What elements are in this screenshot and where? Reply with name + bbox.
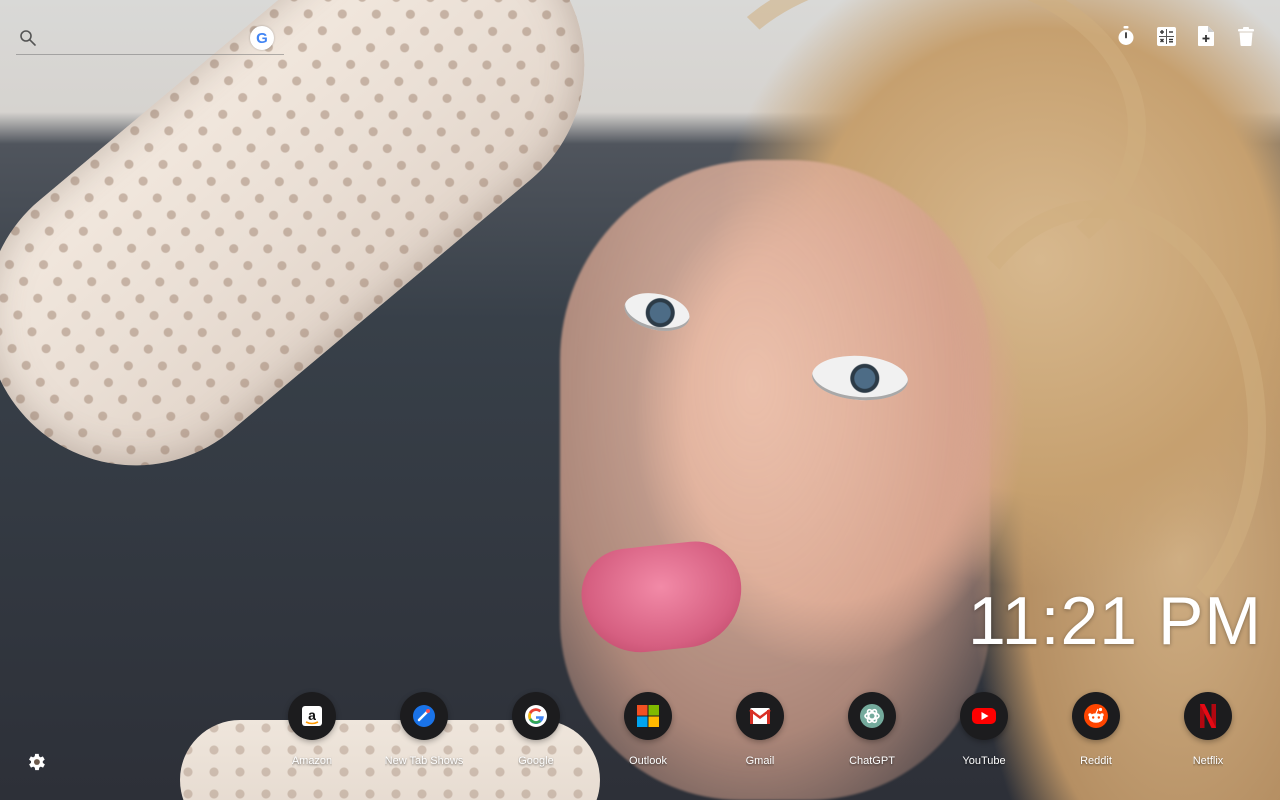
reddit-icon — [1072, 692, 1120, 740]
search-icon — [18, 28, 38, 48]
outlook-icon — [624, 692, 672, 740]
shortcut-amazon[interactable]: a Amazon — [256, 692, 368, 772]
chatgpt-icon — [848, 692, 896, 740]
shortcut-label: Netflix — [1192, 755, 1224, 767]
shortcut-dock: a Amazon New Tab Shows Google Outlook Gm… — [256, 692, 1264, 772]
shortcut-outlook[interactable]: Outlook — [592, 692, 704, 772]
shortcut-label: ChatGPT — [849, 755, 895, 767]
shortcut-label: New Tab Shows — [384, 755, 464, 767]
shortcut-label: Outlook — [629, 755, 667, 767]
search-bar: G — [16, 22, 284, 55]
shortcut-new-tab-shows[interactable]: New Tab Shows — [368, 692, 480, 772]
search-input[interactable] — [38, 24, 250, 52]
netflix-icon — [1184, 692, 1232, 740]
shortcut-label: Gmail — [745, 755, 775, 767]
top-actions-toolbar — [1116, 24, 1256, 48]
shortcut-gmail[interactable]: Gmail — [704, 692, 816, 772]
shortcut-label: YouTube — [962, 755, 1006, 767]
amazon-icon: a — [288, 692, 336, 740]
shortcut-google[interactable]: Google — [480, 692, 592, 772]
new-tab-icon — [400, 692, 448, 740]
shortcut-netflix[interactable]: Netflix — [1152, 692, 1264, 772]
google-icon — [512, 692, 560, 740]
calculator-icon[interactable] — [1156, 24, 1176, 48]
shortcut-label: Reddit — [1080, 755, 1112, 767]
clock-time: 11:21 PM — [967, 583, 1262, 659]
background-wallpaper — [0, 0, 1280, 800]
shortcut-label: Amazon — [291, 755, 333, 767]
shortcut-label: Google — [518, 755, 554, 767]
wallpaper-sleeve — [0, 0, 646, 527]
settings-button[interactable] — [24, 752, 48, 776]
gmail-icon — [736, 692, 784, 740]
trash-icon[interactable] — [1236, 24, 1256, 48]
gear-icon — [25, 751, 47, 778]
svg-text:a: a — [308, 707, 316, 723]
youtube-icon — [960, 692, 1008, 740]
timer-icon[interactable] — [1116, 24, 1136, 48]
add-note-icon[interactable] — [1196, 24, 1216, 48]
shortcut-youtube[interactable]: YouTube — [928, 692, 1040, 772]
shortcut-reddit[interactable]: Reddit — [1040, 692, 1152, 772]
google-icon[interactable]: G — [250, 26, 274, 50]
shortcut-chatgpt[interactable]: ChatGPT — [816, 692, 928, 772]
